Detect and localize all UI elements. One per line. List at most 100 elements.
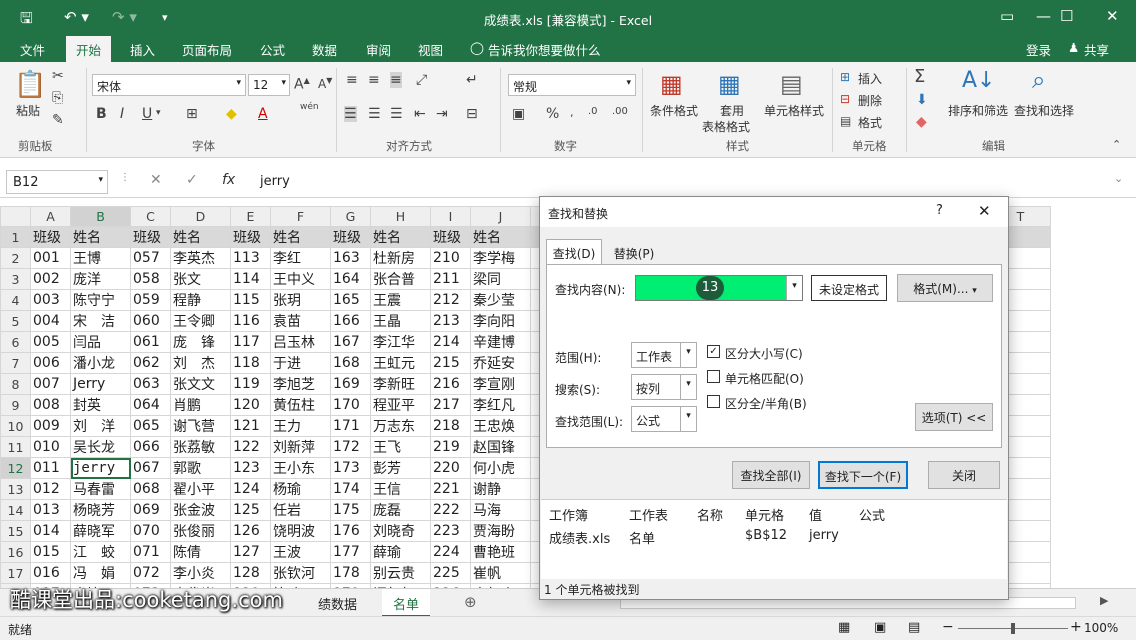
row-header[interactable]: 2 [0, 247, 31, 269]
result-value[interactable]: jerry [809, 528, 839, 543]
cell[interactable]: 姓名 [170, 226, 231, 248]
cell[interactable]: 069 [130, 499, 171, 521]
cell[interactable]: 221 [430, 478, 471, 500]
tab-formulas[interactable]: 公式 [260, 40, 285, 59]
align-center-icon[interactable]: ☰ [368, 106, 381, 122]
cell[interactable]: 张钦河 [270, 562, 331, 584]
increase-indent-icon[interactable]: ⇥ [436, 106, 448, 122]
percent-button[interactable]: % [546, 106, 559, 122]
cell[interactable]: 013 [30, 499, 71, 521]
cell[interactable]: 陈倩 [170, 541, 231, 563]
cell[interactable]: 219 [430, 436, 471, 458]
cell[interactable]: 薛瑜 [370, 541, 431, 563]
cell[interactable]: 王震 [370, 289, 431, 311]
cell[interactable]: 姓名 [470, 226, 531, 248]
row-header[interactable]: 12 [0, 457, 31, 479]
row-header[interactable]: 3 [0, 268, 31, 290]
cell[interactable]: 李新旺 [370, 373, 431, 395]
cell[interactable]: 潘小龙 [70, 352, 131, 374]
results-header-formula[interactable]: 公式 [859, 505, 885, 524]
font-size-select[interactable]: 12 ▾ [248, 74, 290, 96]
cell[interactable]: 177 [330, 541, 371, 563]
cell[interactable]: 黄伍柱 [270, 394, 331, 416]
cell[interactable]: 072 [130, 562, 171, 584]
cell[interactable]: 庞洋 [70, 268, 131, 290]
cell[interactable]: 001 [30, 247, 71, 269]
results-header-cell[interactable]: 单元格 [745, 505, 784, 524]
cell[interactable]: 223 [430, 520, 471, 542]
chevron-down-icon[interactable]: ▾ [156, 108, 161, 118]
cell[interactable]: 123 [230, 457, 271, 479]
cell[interactable]: 王小东 [270, 457, 331, 479]
cell[interactable]: 杨瑜 [270, 478, 331, 500]
cell[interactable]: 125 [230, 499, 271, 521]
cell[interactable]: 061 [130, 331, 171, 353]
share-button[interactable]: 共享 [1084, 40, 1109, 59]
dialog-close-icon[interactable]: ✕ [978, 202, 991, 220]
row-header[interactable]: 14 [0, 499, 31, 521]
cell[interactable]: 江 蛟 [70, 541, 131, 563]
column-header[interactable]: D [170, 206, 231, 227]
cell[interactable]: 李英杰 [170, 247, 231, 269]
tab-replace[interactable]: 替换(P) [606, 241, 662, 265]
cell[interactable]: 122 [230, 436, 271, 458]
cell[interactable]: 113 [230, 247, 271, 269]
format-cells-icon[interactable]: ▤ [840, 114, 851, 128]
match-byte-checkbox[interactable] [707, 395, 720, 408]
maximize-icon[interactable]: ☐ [1060, 7, 1073, 25]
cell[interactable]: 于进 [270, 352, 331, 374]
fill-color-icon[interactable]: ◆ [226, 106, 237, 122]
cell[interactable]: 124 [230, 478, 271, 500]
dialog-close-button[interactable]: 关闭 [928, 461, 1000, 489]
cell[interactable]: 李向阳 [470, 310, 531, 332]
cell[interactable]: 李红 [270, 247, 331, 269]
column-header[interactable]: H [370, 206, 431, 227]
cell[interactable]: 060 [130, 310, 171, 332]
column-header[interactable]: C [130, 206, 171, 227]
cell[interactable]: 118 [230, 352, 271, 374]
cell[interactable]: 213 [430, 310, 471, 332]
options-button[interactable]: 选项(T) << [915, 403, 993, 431]
align-bottom-icon[interactable]: ≡ [390, 72, 402, 88]
cell[interactable]: 张荔敏 [170, 436, 231, 458]
result-cell[interactable]: $B$12 [745, 528, 787, 543]
find-what-input[interactable]: 13 ▾ [635, 275, 803, 301]
clear-icon[interactable]: ◆ [916, 114, 927, 130]
cell[interactable]: jerry [70, 457, 131, 479]
number-format-select[interactable]: 常规 ▾ [508, 74, 636, 96]
cell[interactable]: 马海 [470, 499, 531, 521]
zoom-in-button[interactable]: + [1070, 619, 1082, 635]
cell[interactable]: 张俊丽 [170, 520, 231, 542]
cell[interactable]: 121 [230, 415, 271, 437]
cell[interactable]: 宋 洁 [70, 310, 131, 332]
cell[interactable]: 袁苗 [270, 310, 331, 332]
cell[interactable]: 李学梅 [470, 247, 531, 269]
cell[interactable]: 170 [330, 394, 371, 416]
cell[interactable]: 谢静 [470, 478, 531, 500]
cell[interactable]: 王波 [270, 541, 331, 563]
cell[interactable]: 吴长龙 [70, 436, 131, 458]
cell[interactable]: 214 [430, 331, 471, 353]
decrease-decimal-icon[interactable]: .00 [612, 106, 628, 117]
cell[interactable]: 秦少莹 [470, 289, 531, 311]
tab-insert[interactable]: 插入 [130, 40, 155, 59]
cell[interactable]: 114 [230, 268, 271, 290]
increase-decimal-icon[interactable]: .0 [588, 106, 598, 117]
cell[interactable]: 张文 [170, 268, 231, 290]
cell[interactable]: 陈守宁 [70, 289, 131, 311]
match-byte-label[interactable]: 区分全/半角(B) [725, 395, 807, 412]
scope-select[interactable]: 工作表 ▾ [631, 342, 697, 368]
cell[interactable]: 刘晓奇 [370, 520, 431, 542]
row-header[interactable]: 17 [0, 562, 31, 584]
cell[interactable]: 贾海盼 [470, 520, 531, 542]
cell[interactable]: 姓名 [70, 226, 131, 248]
column-header[interactable]: B [70, 206, 131, 227]
cell[interactable]: 065 [130, 415, 171, 437]
zoom-out-button[interactable]: − [942, 619, 954, 635]
cell[interactable]: 066 [130, 436, 171, 458]
cell[interactable]: 王令卿 [170, 310, 231, 332]
scroll-right-icon[interactable]: ▶ [1100, 594, 1108, 607]
cell[interactable]: 庞 锋 [170, 331, 231, 353]
row-header[interactable]: 1 [0, 226, 31, 248]
cell[interactable]: 008 [30, 394, 71, 416]
